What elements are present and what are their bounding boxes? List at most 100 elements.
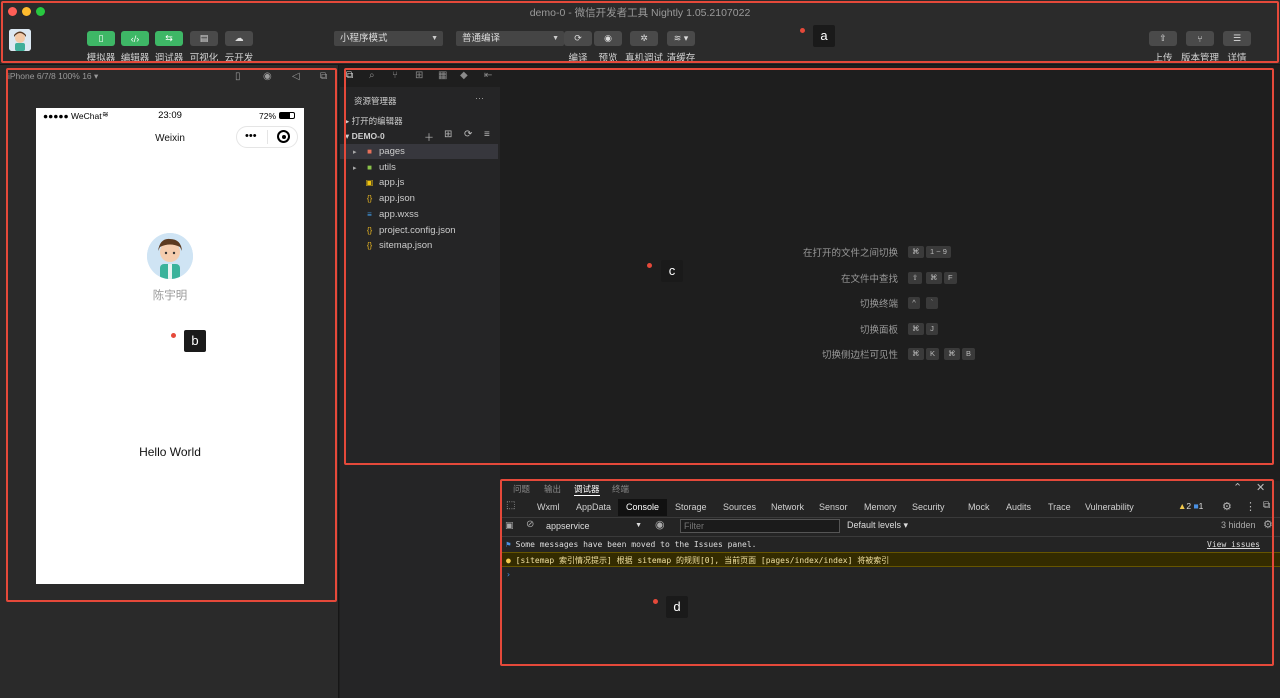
debugger-toggle-button[interactable]: ⇆ <box>155 31 183 46</box>
preview-button[interactable]: ◉ <box>594 31 622 46</box>
marker-d: d <box>666 596 688 618</box>
context-select[interactable]: appservice ▼ <box>546 519 646 533</box>
device-select[interactable]: iPhone 6/7/8 100% 16 ▾ <box>8 71 98 82</box>
issue-counts[interactable]: ▲2 ■1 <box>1178 501 1203 511</box>
bug-icon: ✲ <box>640 33 648 43</box>
chevron-down-icon: ▾ <box>345 131 352 141</box>
debug-icon: ⇆ <box>165 33 173 43</box>
shortcut-key: B <box>962 348 976 361</box>
devtools-tab-wxml[interactable]: Wxml <box>529 499 568 516</box>
hidden-count: 3 hidden <box>1221 520 1256 530</box>
shortcut-key: ^ <box>908 297 920 310</box>
search-icon[interactable]: ⌕ <box>369 70 375 81</box>
marker-a: a <box>813 25 835 47</box>
shortcut-key: K <box>926 348 940 361</box>
clear-console-icon[interactable]: ⊘ <box>526 519 534 530</box>
sidebar-toggle-icon[interactable]: ▣ <box>505 520 514 531</box>
clear-cache-button[interactable]: ≋ ▾ <box>667 31 695 46</box>
console-prompt[interactable]: › <box>500 567 1280 582</box>
more-icon[interactable]: ··· <box>475 93 484 103</box>
chevron-up-icon[interactable]: ⌃ <box>1233 481 1242 494</box>
devtools-tab-network[interactable]: Network <box>763 499 812 516</box>
details-button[interactable]: ☰ <box>1223 31 1251 46</box>
view-issues-link[interactable]: View issues <box>1207 537 1260 552</box>
tab-debugger[interactable]: 调试器 <box>574 483 600 496</box>
file-item-app-js[interactable]: ▣ app.js <box>353 175 405 190</box>
devtools-tab-security[interactable]: Security <box>904 499 953 516</box>
explorer-icon[interactable]: ⧉ <box>346 70 353 81</box>
devtools-tab-vulnerability[interactable]: Vulnerability <box>1077 499 1142 516</box>
compile-button[interactable]: ⟳ <box>564 31 592 46</box>
visual-button[interactable]: ▤ <box>190 31 218 46</box>
more-dots-icon[interactable]: ••• <box>245 130 257 142</box>
user-avatar[interactable] <box>9 29 31 51</box>
eye-icon[interactable]: ◉ <box>655 518 665 531</box>
log-levels-select[interactable]: Default levels ▾ <box>847 520 908 531</box>
file-item-app-json[interactable]: {} app.json <box>353 191 415 206</box>
settings-gear-icon[interactable]: ⚙ <box>1222 500 1232 513</box>
inspect-icon[interactable]: ⬚ <box>506 500 515 511</box>
version-button[interactable]: ⑂ <box>1186 31 1214 46</box>
layout-icon[interactable]: ▦ <box>438 70 447 81</box>
collapse-icon[interactable]: ⇤ <box>484 70 492 81</box>
console-warning-text: [sitemap 索引情况提示] 根据 sitemap 的规则[0], 当前页面… <box>515 556 890 565</box>
new-folder-icon[interactable]: ⊞ <box>444 129 452 140</box>
context-value: appservice <box>546 521 590 531</box>
tab-output[interactable]: 输出 <box>544 483 561 495</box>
collapse-all-icon[interactable]: ≡ <box>484 129 490 140</box>
capsule-divider <box>267 130 268 144</box>
new-file-icon[interactable]: ＋ <box>424 129 434 144</box>
console-filter-input[interactable] <box>680 519 840 533</box>
devtools-tab-audits[interactable]: Audits <box>998 499 1039 516</box>
open-editors-section[interactable]: ▸ 打开的编辑器 <box>345 115 403 127</box>
window-title: demo-0 - 微信开发者工具 Nightly 1.05.2107022 <box>529 7 751 19</box>
record-icon[interactable]: ◉ <box>263 71 272 82</box>
phone-screen[interactable]: ●●●●● WeChat ≋ 23:09 72% Weixin ••• 陈宇明 … <box>36 108 304 584</box>
devtools-tab-sensor[interactable]: Sensor <box>811 499 856 516</box>
window-icon[interactable]: ⧉ <box>320 71 327 82</box>
menu-capsule[interactable]: ••• <box>236 126 298 148</box>
explorer-lower <box>340 481 500 698</box>
volume-icon[interactable]: ◁ <box>292 71 300 82</box>
shortcut-key: ⇧ <box>908 271 923 284</box>
editor-toggle-button[interactable]: ‹/› <box>121 31 149 46</box>
file-item-utils[interactable]: ▸ ■ utils <box>353 160 396 175</box>
file-item-pages[interactable]: ▸ ■ pages <box>353 144 405 159</box>
project-section[interactable]: ▾ DEMO-0 <box>345 131 385 142</box>
cloud-dev-button[interactable]: ☁ <box>225 31 253 46</box>
refresh-icon[interactable]: ⟳ <box>464 129 472 140</box>
devtools-tab-trace[interactable]: Trace <box>1040 499 1079 516</box>
more-vert-icon[interactable]: ⋮ <box>1245 500 1256 513</box>
phone-icon[interactable]: ▯ <box>235 71 241 82</box>
profile-avatar[interactable] <box>147 233 193 279</box>
console-settings-icon[interactable]: ⚙ <box>1263 518 1273 531</box>
mode-select[interactable]: 小程序模式 ▼ <box>334 31 443 46</box>
json-icon: {} <box>366 225 373 235</box>
hello-text: Hello World <box>139 445 201 459</box>
devtools-tab-console[interactable]: Console <box>618 499 668 516</box>
tab-problems[interactable]: 问题 <box>513 483 530 495</box>
devtools-tab-mock[interactable]: Mock <box>960 499 998 516</box>
file-item-app-wxss[interactable]: ≡ app.wxss <box>353 207 418 222</box>
eye-icon: ◉ <box>604 33 612 43</box>
close-mini-program-icon[interactable] <box>277 130 290 143</box>
devtools-tab-appdata[interactable]: AppData <box>568 499 619 516</box>
close-panel-icon[interactable]: ✕ <box>1256 481 1265 494</box>
devtools-tab-sources[interactable]: Sources <box>715 499 764 516</box>
undock-icon[interactable]: ⧉ <box>1263 500 1270 511</box>
upload-icon: ⇧ <box>1159 33 1167 43</box>
source-control-icon[interactable]: ⑂ <box>392 70 398 81</box>
remote-debug-button[interactable]: ✲ <box>630 31 658 46</box>
layers-icon: ≋ ▾ <box>673 33 689 43</box>
extensions-icon[interactable]: ⊞ <box>415 70 423 81</box>
file-item-project-config-json[interactable]: {} project.config.json <box>353 223 456 238</box>
file-item-sitemap-json[interactable]: {} sitemap.json <box>353 238 433 253</box>
tab-terminal[interactable]: 终端 <box>612 483 629 495</box>
devtools-tab-storage[interactable]: Storage <box>667 499 715 516</box>
shortcut-key: F <box>944 271 957 284</box>
devtools-tab-memory[interactable]: Memory <box>856 499 905 516</box>
docker-icon[interactable]: ◆ <box>460 70 468 81</box>
compile-select[interactable]: 普通编译 ▼ <box>456 31 564 46</box>
simulator-toggle-button[interactable]: ▯ <box>87 31 115 46</box>
upload-button[interactable]: ⇧ <box>1149 31 1177 46</box>
